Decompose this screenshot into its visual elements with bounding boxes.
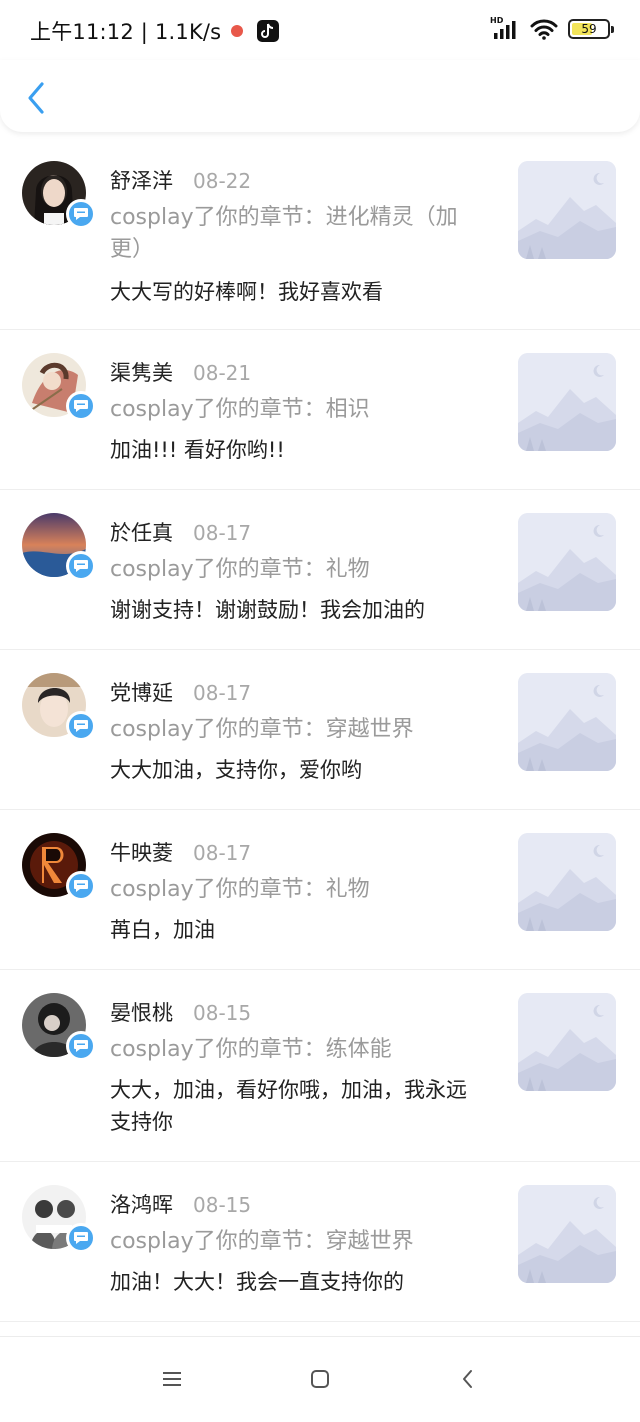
avatar-wrap [22, 1185, 96, 1253]
hd-label: HD [490, 16, 504, 25]
comment-date: 08-21 [193, 361, 252, 385]
signal-icon: HD [490, 16, 520, 40]
user-name[interactable]: 於任真 [110, 517, 173, 547]
avatar-wrap [22, 673, 96, 741]
back-button[interactable] [22, 78, 52, 118]
chapter-thumbnail[interactable] [518, 833, 616, 931]
chapter-thumbnail[interactable] [518, 161, 616, 259]
list-item[interactable]: 晏恨桃 08-15 cosplay了你的章节：练体能 大大，加油，看好你哦，加油… [0, 970, 640, 1162]
chapter-thumbnail[interactable] [518, 1185, 616, 1283]
user-name[interactable]: 牛映菱 [110, 837, 173, 867]
comment-text: 大大写的好棒啊！我好喜欢看 [110, 280, 383, 304]
chapter-thumbnail[interactable] [518, 993, 616, 1091]
chapter-thumbnail[interactable] [518, 353, 616, 451]
tiktok-icon [257, 20, 280, 42]
header [0, 60, 640, 132]
avatar-wrap [22, 513, 96, 581]
comment-text: 加油！大大！我会一直支持你的 [110, 1270, 404, 1294]
chapter-subtitle[interactable]: cosplay了你的章节：礼物 [110, 874, 485, 906]
avatar-wrap [22, 353, 96, 421]
comment-badge-icon [66, 199, 96, 229]
back-triangle-icon [463, 1370, 472, 1388]
chapter-thumbnail[interactable] [518, 513, 616, 611]
user-name[interactable]: 渠隽美 [110, 357, 173, 387]
name-row: 晏恨桃 08-15 [110, 997, 251, 1027]
home-square-icon [311, 1370, 329, 1388]
recording-dot-icon [231, 25, 244, 37]
user-name[interactable]: 党博延 [110, 677, 173, 707]
list-item[interactable]: 洛鸿晖 08-15 cosplay了你的章节：穿越世界 加油！大大！我会一直支持… [0, 1162, 640, 1322]
back-system-button[interactable] [456, 1367, 480, 1391]
name-row: 牛映菱 08-17 [110, 837, 251, 867]
chapter-subtitle[interactable]: cosplay了你的章节：穿越世界 [110, 714, 485, 746]
comment-badge-icon [66, 711, 96, 741]
user-name[interactable]: 晏恨桃 [110, 997, 173, 1027]
chapter-subtitle[interactable]: cosplay了你的章节：礼物 [110, 554, 485, 586]
comment-badge-icon [66, 1223, 96, 1253]
avatar-wrap [22, 833, 96, 901]
list-item[interactable]: 牛映菱 08-17 cosplay了你的章节：礼物 苒白，加油 [0, 810, 640, 970]
chevron-left-icon [28, 82, 44, 114]
comment-date: 08-22 [193, 169, 252, 193]
name-row: 洛鸿晖 08-15 [110, 1189, 251, 1219]
chapter-subtitle[interactable]: cosplay了你的章节：相识 [110, 394, 485, 426]
comment-text: 大大，加油，看好你哦，加油，我永远支持你 [110, 1078, 467, 1134]
chapter-subtitle[interactable]: cosplay了你的章节：进化精灵（加更） [110, 202, 485, 266]
name-row: 舒泽洋 08-22 [110, 165, 251, 195]
status-right: HD 59 [490, 16, 614, 40]
comment-text: 谢谢支持！谢谢鼓励！我会加油的 [110, 598, 425, 622]
wifi-icon [530, 19, 558, 40]
comment-date: 08-17 [193, 521, 252, 545]
comment-badge-icon [66, 391, 96, 421]
list-item[interactable]: 於任真 08-17 cosplay了你的章节：礼物 谢谢支持！谢谢鼓励！我会加油… [0, 490, 640, 650]
battery-icon: 59 [568, 19, 614, 39]
comment-badge-icon [66, 1031, 96, 1061]
home-button[interactable] [308, 1367, 332, 1391]
chapter-subtitle[interactable]: cosplay了你的章节：练体能 [110, 1034, 485, 1066]
name-row: 於任真 08-17 [110, 517, 251, 547]
comment-text: 加油!!! 看好你哟!! [110, 438, 285, 462]
comment-badge-icon [66, 871, 96, 901]
avatar-wrap [22, 161, 96, 229]
list-item[interactable]: 渠隽美 08-21 cosplay了你的章节：相识 加油!!! 看好你哟!! [0, 330, 640, 490]
user-name[interactable]: 洛鸿晖 [110, 1189, 173, 1219]
list-item[interactable]: 舒泽洋 08-22 cosplay了你的章节：进化精灵（加更） 大大写的好棒啊！… [0, 138, 640, 330]
status-time: 上午11:12 | 1.1K/s [30, 20, 222, 44]
battery-percent: 59 [581, 22, 597, 36]
status-left: 上午11:12 | 1.1K/s [30, 16, 280, 46]
status-bar: 上午11:12 | 1.1K/s HD 59 [0, 0, 640, 60]
chapter-thumbnail[interactable] [518, 673, 616, 771]
menu-button[interactable] [160, 1367, 184, 1391]
chapter-subtitle[interactable]: cosplay了你的章节：穿越世界 [110, 1226, 485, 1258]
name-row: 党博延 08-17 [110, 677, 251, 707]
comment-date: 08-15 [193, 1193, 252, 1217]
list-item[interactable]: 党博延 08-17 cosplay了你的章节：穿越世界 大大加油，支持你，爱你哟 [0, 650, 640, 810]
name-row: 渠隽美 08-21 [110, 357, 251, 387]
avatar-wrap [22, 993, 96, 1061]
comment-badge-icon [66, 551, 96, 581]
comment-date: 08-17 [193, 681, 252, 705]
comment-date: 08-17 [193, 841, 252, 865]
comment-text: 苒白，加油 [110, 918, 215, 942]
menu-icon [163, 1372, 181, 1386]
comment-text: 大大加油，支持你，爱你哟 [110, 758, 362, 782]
user-name[interactable]: 舒泽洋 [110, 165, 173, 195]
comment-date: 08-15 [193, 1001, 252, 1025]
comment-list: 舒泽洋 08-22 cosplay了你的章节：进化精灵（加更） 大大写的好棒啊！… [0, 138, 640, 1322]
system-nav-bar [0, 1336, 640, 1422]
